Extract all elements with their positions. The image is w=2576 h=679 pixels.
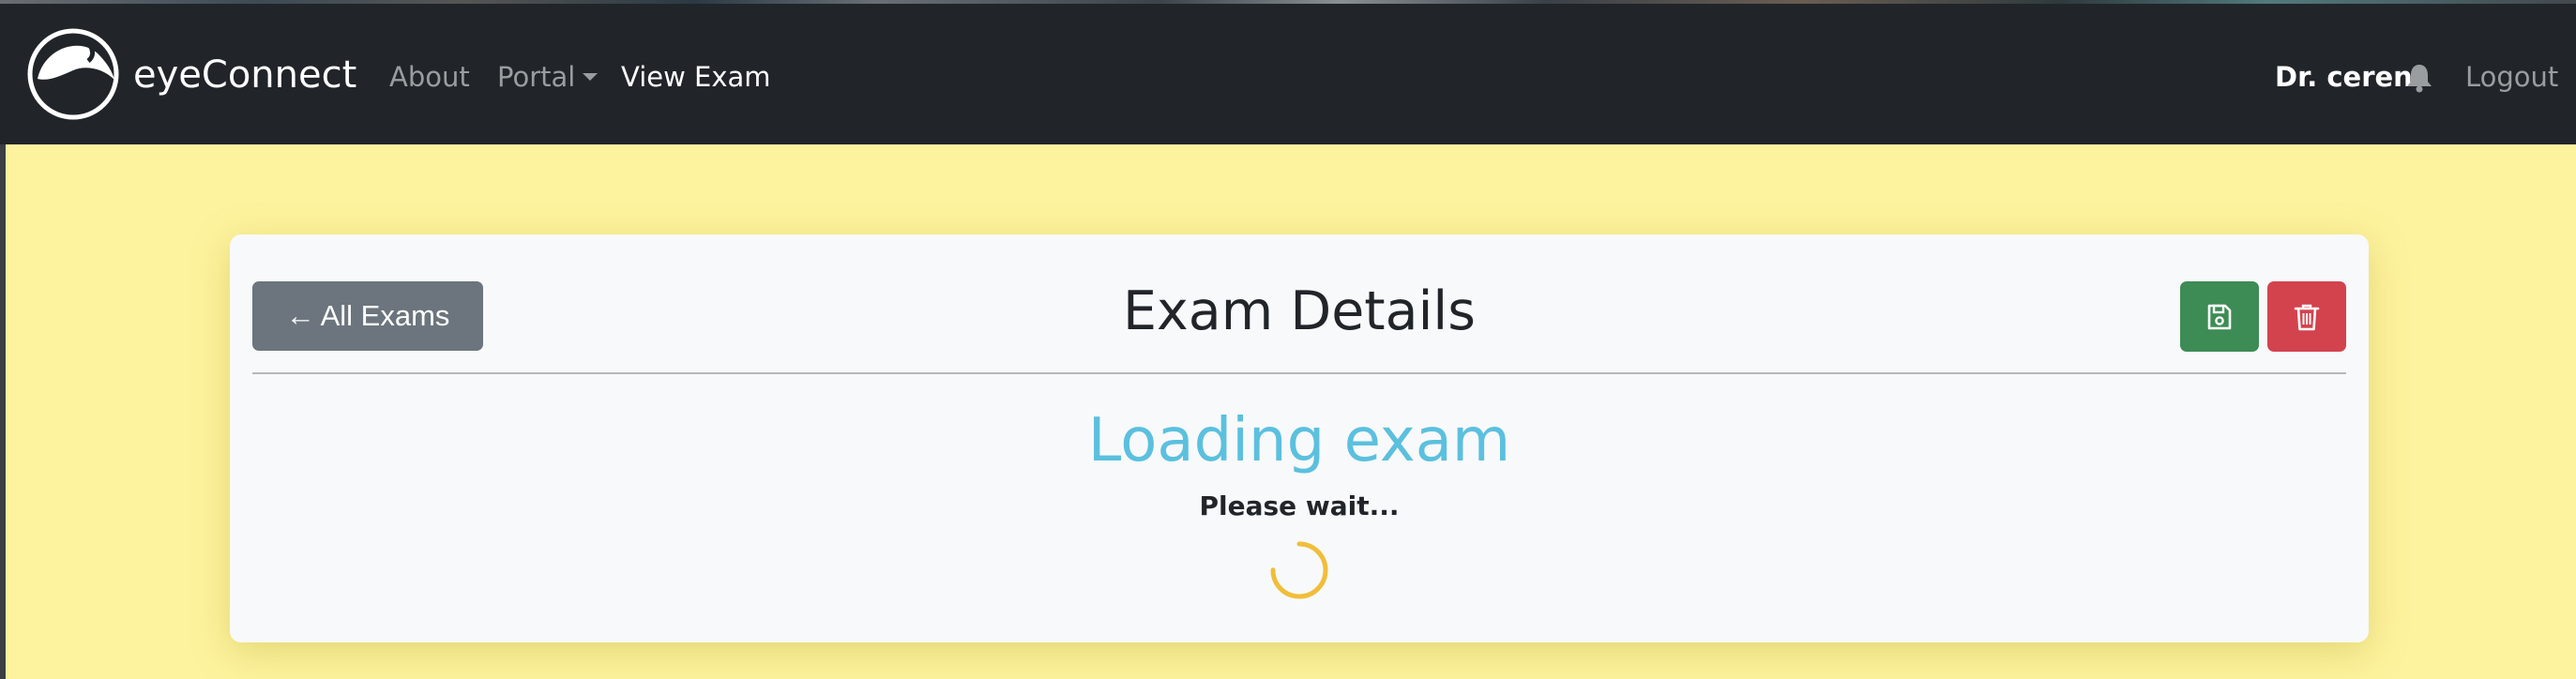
user-name: Dr. ceren bbox=[2275, 61, 2413, 93]
nav-about-label: About bbox=[389, 61, 470, 93]
delete-button[interactable] bbox=[2267, 281, 2346, 352]
spinner-icon bbox=[1270, 541, 1328, 599]
nav-about-link[interactable]: About bbox=[389, 60, 470, 94]
left-edge bbox=[0, 144, 6, 679]
caret-down-icon bbox=[583, 73, 599, 81]
nav-portal-dropdown[interactable]: Portal bbox=[497, 60, 599, 94]
loading-title: Loading exam bbox=[1087, 406, 1511, 475]
loading-message: Please wait... bbox=[1199, 490, 1400, 521]
nav-portal-label: Portal bbox=[497, 61, 576, 93]
navbar: eyeConnect About Portal View Exam Dr. ce… bbox=[0, 4, 2576, 144]
page-title: Exam Details bbox=[1123, 280, 1476, 342]
bell-icon[interactable] bbox=[2405, 63, 2433, 93]
floppy-disk-icon bbox=[2207, 304, 2232, 330]
brand-name[interactable]: eyeConnect bbox=[133, 53, 356, 98]
eye-logo-icon[interactable] bbox=[26, 27, 120, 121]
exam-details-card: ← All Exams Exam Details Loading exam Ple… bbox=[230, 234, 2369, 642]
logout-link[interactable]: Logout bbox=[2465, 60, 2558, 94]
trash-icon bbox=[2294, 304, 2320, 331]
nav-view-exam-label: View Exam bbox=[621, 61, 771, 93]
logout-label: Logout bbox=[2465, 61, 2559, 93]
save-button[interactable] bbox=[2180, 281, 2259, 352]
nav-view-exam-link[interactable]: View Exam bbox=[621, 60, 771, 94]
divider bbox=[252, 372, 2346, 374]
